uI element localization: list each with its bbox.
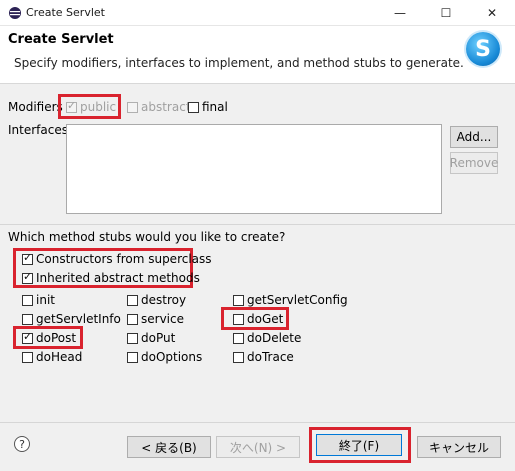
doget-label: doGet xyxy=(247,312,284,326)
dooptions-checkbox-box[interactable] xyxy=(127,351,138,363)
dodelete-checkbox-box[interactable] xyxy=(233,332,244,344)
destroy-checkbox[interactable]: destroy xyxy=(127,293,186,307)
close-button[interactable]: ✕ xyxy=(469,0,515,26)
page-description: Specify modifiers, interfaces to impleme… xyxy=(14,56,464,70)
final-checkbox-box[interactable] xyxy=(188,101,199,113)
dodelete-checkbox[interactable]: doDelete xyxy=(233,331,301,345)
doget-checkbox-box[interactable] xyxy=(233,313,244,325)
public-checkbox[interactable]: public xyxy=(66,99,117,114)
help-icon[interactable]: ? xyxy=(14,436,30,452)
getservletconfig-label: getServletConfig xyxy=(247,293,348,307)
dopost-checkbox-box[interactable] xyxy=(22,330,33,344)
window-title: Create Servlet xyxy=(26,6,105,19)
dooptions-label: doOptions xyxy=(141,350,203,364)
getservletinfo-label: getServletInfo xyxy=(36,312,121,326)
getservletconfig-checkbox[interactable]: getServletConfig xyxy=(233,293,348,307)
constructors-checkbox[interactable]: Constructors from superclass xyxy=(22,251,212,266)
final-checkbox[interactable]: final xyxy=(188,100,228,114)
dohead-label: doHead xyxy=(36,350,83,364)
minimize-button[interactable]: — xyxy=(377,0,423,26)
method-stubs-question: Which method stubs would you like to cre… xyxy=(8,230,286,244)
maximize-button[interactable]: ☐ xyxy=(423,0,469,26)
final-label: final xyxy=(202,100,228,114)
service-label: service xyxy=(141,312,184,326)
page-title: Create Servlet xyxy=(8,32,114,47)
inherited-methods-checkbox[interactable]: Inherited abstract methods xyxy=(22,270,200,285)
doget-checkbox[interactable]: doGet xyxy=(233,312,283,326)
dotrace-checkbox-box[interactable] xyxy=(233,351,244,363)
constructors-checkbox-box[interactable] xyxy=(22,251,33,265)
next-button[interactable]: 次へ(N) > xyxy=(216,436,300,458)
add-interface-button[interactable]: Add... xyxy=(450,126,498,148)
public-label: public xyxy=(80,100,117,114)
abstract-checkbox-box[interactable] xyxy=(127,101,138,113)
init-checkbox-box[interactable] xyxy=(22,294,33,306)
abstract-checkbox[interactable]: abstract xyxy=(127,100,191,114)
dodelete-label: doDelete xyxy=(247,331,302,345)
servlet-wizard-icon: S xyxy=(466,32,500,66)
dopost-checkbox[interactable]: doPost xyxy=(22,330,77,345)
inherited-checkbox-box[interactable] xyxy=(22,270,33,284)
service-checkbox[interactable]: service xyxy=(127,312,184,326)
back-button[interactable]: < 戻る(B) xyxy=(127,436,211,458)
doput-checkbox[interactable]: doPut xyxy=(127,331,175,345)
init-label: init xyxy=(36,293,55,307)
inherited-label: Inherited abstract methods xyxy=(36,271,200,285)
dohead-checkbox[interactable]: doHead xyxy=(22,350,82,364)
cancel-button[interactable]: キャンセル xyxy=(417,436,501,458)
eclipse-app-icon xyxy=(9,7,21,19)
section-separator xyxy=(0,224,515,225)
dotrace-label: doTrace xyxy=(247,350,294,364)
doput-checkbox-box[interactable] xyxy=(127,332,138,344)
finish-button[interactable]: 終了(F) xyxy=(316,434,402,456)
public-checkbox-box[interactable] xyxy=(66,99,77,113)
dooptions-checkbox[interactable]: doOptions xyxy=(127,350,202,364)
interfaces-label: Interfaces: xyxy=(8,123,73,137)
dotrace-checkbox[interactable]: doTrace xyxy=(233,350,294,364)
service-checkbox-box[interactable] xyxy=(127,313,138,325)
dopost-label: doPost xyxy=(36,331,77,345)
abstract-label: abstract xyxy=(141,100,191,114)
getservletinfo-checkbox[interactable]: getServletInfo xyxy=(22,312,121,326)
remove-interface-button[interactable]: Remove xyxy=(450,152,498,174)
destroy-checkbox-box[interactable] xyxy=(127,294,138,306)
init-checkbox[interactable]: init xyxy=(22,293,55,307)
doput-label: doPut xyxy=(141,331,176,345)
footer-separator xyxy=(0,422,515,423)
getservletinfo-checkbox-box[interactable] xyxy=(22,313,33,325)
destroy-label: destroy xyxy=(141,293,187,307)
interfaces-list[interactable] xyxy=(66,124,442,214)
getservletconfig-checkbox-box[interactable] xyxy=(233,294,244,306)
dohead-checkbox-box[interactable] xyxy=(22,351,33,363)
constructors-label: Constructors from superclass xyxy=(36,252,212,266)
modifiers-label: Modifiers xyxy=(8,100,63,114)
